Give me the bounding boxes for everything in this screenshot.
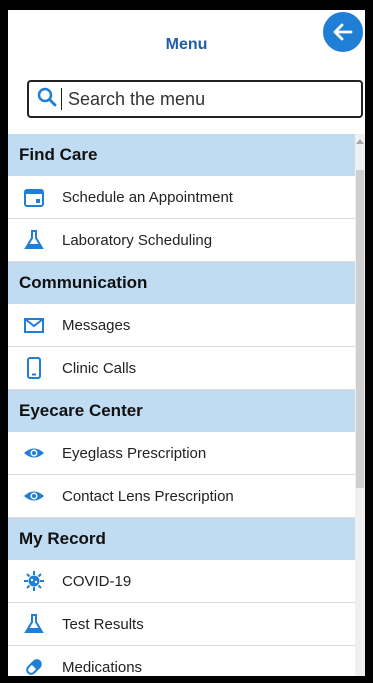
menu-item-label: Medications <box>62 658 143 676</box>
menu-title: Menu <box>165 36 208 53</box>
eye-icon <box>22 484 46 508</box>
menu-panel: Menu Find Care Schedule an Appointment <box>8 10 365 676</box>
section-header-find-care: Find Care <box>8 134 355 176</box>
scrollbar[interactable] <box>355 134 365 676</box>
menu-item-label: Laboratory Scheduling <box>62 231 213 249</box>
back-button[interactable] <box>321 10 365 54</box>
search-box[interactable] <box>27 80 363 118</box>
section-header-communication: Communication <box>8 262 355 304</box>
menu-item-messages[interactable]: Messages <box>8 304 355 347</box>
menu-item-medications[interactable]: Medications <box>8 646 355 676</box>
section-header-my-record: My Record <box>8 518 355 560</box>
search-icon <box>37 87 57 112</box>
menu-item-clinic-calls[interactable]: Clinic Calls <box>8 347 355 390</box>
flask-icon <box>22 612 46 636</box>
flask-icon <box>22 228 46 252</box>
arrow-left-icon <box>333 23 353 41</box>
menu-item-label: Test Results <box>62 615 144 633</box>
scroll-up-arrow-icon[interactable] <box>356 138 364 144</box>
menu-item-contact-lens-prescription[interactable]: Contact Lens Prescription <box>8 475 355 518</box>
pill-icon <box>22 655 46 676</box>
menu-item-label: Clinic Calls <box>62 359 137 377</box>
menu-item-covid-19[interactable]: COVID-19 <box>8 560 355 603</box>
menu-item-label: COVID-19 <box>62 572 132 590</box>
virus-icon <box>22 569 46 593</box>
menu-item-eyeglass-prescription[interactable]: Eyeglass Prescription <box>8 432 355 475</box>
menu-item-laboratory-scheduling[interactable]: Laboratory Scheduling <box>8 219 355 262</box>
menu-item-test-results[interactable]: Test Results <box>8 603 355 646</box>
menu-item-label: Messages <box>62 316 131 334</box>
calendar-icon <box>22 185 46 209</box>
menu-item-label: Eyeglass Prescription <box>62 444 207 462</box>
phone-icon <box>22 356 46 380</box>
menu-list: Find Care Schedule an Appointment Labora… <box>8 134 355 676</box>
envelope-icon <box>22 313 46 337</box>
search-input[interactable] <box>68 84 358 114</box>
scrollbar-thumb[interactable] <box>356 170 364 488</box>
menu-item-label: Schedule an Appointment <box>62 188 233 206</box>
text-caret <box>61 88 62 110</box>
menu-item-label: Contact Lens Prescription <box>62 487 234 505</box>
section-header-eyecare-center: Eyecare Center <box>8 390 355 432</box>
menu-item-schedule-appointment[interactable]: Schedule an Appointment <box>8 176 355 219</box>
app-frame: Menu Find Care Schedule an Appointment <box>0 0 373 683</box>
eye-icon <box>22 441 46 465</box>
